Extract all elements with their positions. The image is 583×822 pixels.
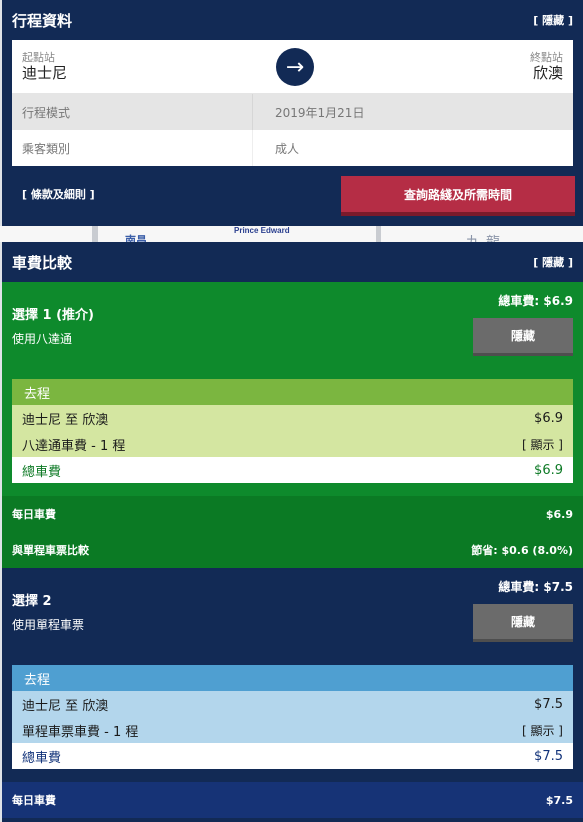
- search-route-button[interactable]: 查詢路綫及所需時間: [341, 176, 575, 216]
- compare-value: 節省: $0.6 (8.0%): [471, 544, 573, 557]
- total-label: 總車費: [22, 464, 62, 480]
- show-link[interactable]: [ 顯示 ]: [522, 436, 563, 453]
- total-row: 總車費 $7.5: [12, 743, 573, 769]
- trip-hide-link[interactable]: [ 隱藏 ]: [533, 12, 573, 28]
- option-2-hide-button[interactable]: 隱藏: [473, 604, 573, 642]
- route-row: 迪士尼 至 欣澳 $6.9: [12, 405, 573, 431]
- option-1-journey: 去程 迪士尼 至 欣澳 $6.9 八達通車費 - 1 程 [ 顯示 ] 總車費 …: [12, 379, 573, 483]
- fare-option-1: 總車費: $6.9 選擇 1 (推介) 使用八達通 隱藏 去程 迪士尼 至 欣澳…: [2, 282, 583, 496]
- route-fare: $6.9: [534, 410, 563, 426]
- route-text: 迪士尼 至 欣澳: [22, 698, 109, 714]
- option-2-daily-row: 每日車費 $7.5: [2, 782, 583, 818]
- terms-link[interactable]: [ 條款及細則 ]: [22, 186, 95, 202]
- map-road: [376, 226, 381, 242]
- trip-info-header: 行程資料 [ 隱藏 ]: [2, 0, 583, 40]
- destination-station[interactable]: 終點站 欣澳: [530, 51, 563, 83]
- fare-comparison-panel: 車費比較 [ 隱藏 ] 總車費: $6.9 選擇 1 (推介) 使用八達通 隱藏…: [2, 242, 583, 822]
- fare-type-text: 八達通車費 - 1 程: [22, 438, 126, 454]
- journey-head: 去程: [12, 379, 573, 405]
- option-1-total: 總車費: $6.9: [498, 294, 573, 308]
- passenger-label: 乘客類別: [12, 130, 253, 166]
- option-1-subtitle: 使用八達通: [12, 332, 73, 346]
- compare-label: 與單程車票比較: [12, 544, 89, 557]
- origin-station[interactable]: 起點站 迪士尼: [22, 51, 68, 83]
- total-label: 總車費: [22, 750, 62, 766]
- origin-name: 迪士尼: [22, 64, 68, 82]
- trip-mode-row: 行程模式 2019年1月21日: [12, 94, 573, 130]
- passenger-value[interactable]: 成人: [253, 130, 573, 166]
- option-1-title: 選擇 1 (推介): [12, 308, 94, 323]
- daily-label: 每日車費: [12, 794, 56, 807]
- option-2-journey: 去程 迪士尼 至 欣澳 $7.5 單程車票車費 - 1 程 [ 顯示 ] 總車費…: [12, 665, 573, 769]
- trip-mode-value[interactable]: 2019年1月21日: [253, 94, 573, 130]
- route-fare: $7.5: [534, 696, 563, 712]
- route-text: 迪士尼 至 欣澳: [22, 412, 109, 428]
- trip-info-panel: 行程資料 [ 隱藏 ] 起點站 迪士尼 → 終點站 欣澳 行程模式 2019年1…: [2, 0, 583, 226]
- fare-option-2: 總車費: $7.5 選擇 2 使用單程車票 隱藏 去程 迪士尼 至 欣澳 $7.…: [2, 568, 583, 782]
- fare-header: 車費比較 [ 隱藏 ]: [2, 242, 583, 282]
- option-2-total: 總車費: $7.5: [498, 580, 573, 594]
- trip-mode-label: 行程模式: [12, 94, 253, 130]
- stations-row: 起點站 迪士尼 → 終點站 欣澳: [12, 40, 573, 94]
- fare-hide-link[interactable]: [ 隱藏 ]: [533, 254, 573, 270]
- map-road: [92, 226, 98, 242]
- option-1-hide-button[interactable]: 隱藏: [473, 318, 573, 356]
- option-1-compare-row: 與單程車票比較 節省: $0.6 (8.0%): [2, 532, 583, 568]
- destination-label: 終點站: [530, 51, 563, 64]
- option-2-subtitle: 使用單程車票: [12, 618, 85, 632]
- map-label: Prince Edward: [234, 226, 290, 235]
- journey-head: 去程: [12, 665, 573, 691]
- option-1-daily-row: 每日車費 $6.9: [2, 496, 583, 532]
- option-2-title: 選擇 2: [12, 594, 52, 609]
- destination-name: 欣澳: [532, 64, 563, 82]
- fare-type-text: 單程車票車費 - 1 程: [22, 724, 139, 740]
- origin-label: 起點站: [22, 51, 55, 64]
- show-link[interactable]: [ 顯示 ]: [522, 722, 563, 739]
- total-value: $7.5: [534, 748, 563, 764]
- fare-type-row: 八達通車費 - 1 程 [ 顯示 ]: [12, 431, 573, 457]
- total-row: 總車費 $6.9: [12, 457, 573, 483]
- fare-title: 車費比較: [12, 253, 73, 272]
- route-row: 迪士尼 至 欣澳 $7.5: [12, 691, 573, 717]
- daily-label: 每日車費: [12, 508, 56, 521]
- arrow-right-icon[interactable]: →: [276, 48, 314, 86]
- total-value: $6.9: [534, 462, 563, 478]
- daily-value: $6.9: [545, 507, 573, 521]
- daily-value: $7.5: [545, 793, 573, 807]
- passenger-row: 乘客類別 成人: [12, 130, 573, 166]
- trip-card: 起點站 迪士尼 → 終點站 欣澳 行程模式 2019年1月21日 乘客類別 成人: [12, 40, 573, 166]
- fare-type-row: 單程車票車費 - 1 程 [ 顯示 ]: [12, 717, 573, 743]
- trip-info-title: 行程資料: [12, 11, 73, 30]
